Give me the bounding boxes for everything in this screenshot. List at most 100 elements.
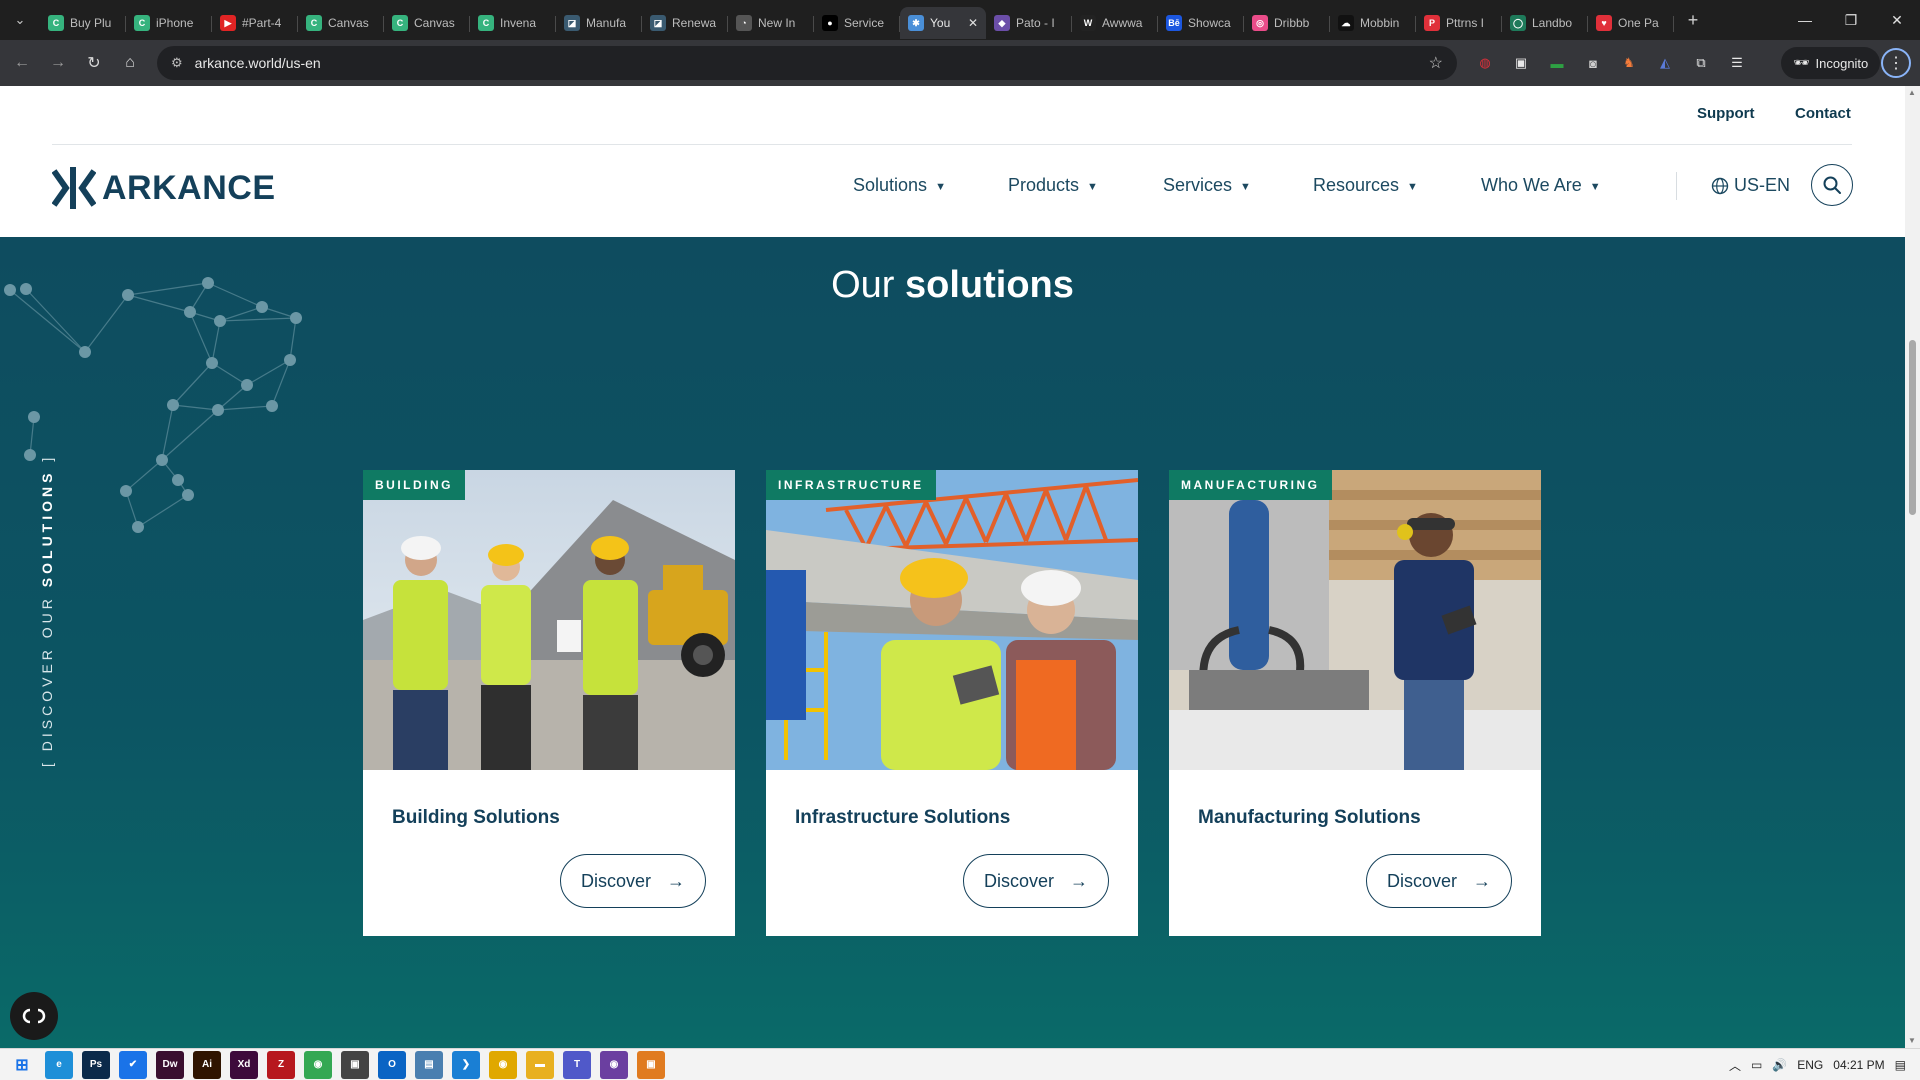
browser-tab[interactable]: P Pttrns I [1416, 7, 1502, 39]
window-controls: — ❐ ✕ [1782, 0, 1920, 40]
solutions-section: Our solutions [ DISCOVER OUR SOLUTIONS ] [0, 237, 1905, 1048]
forward-button[interactable]: → [40, 45, 76, 81]
tab-title: Renewa [672, 16, 717, 30]
browser-tab[interactable]: ♥ One Pa [1588, 7, 1674, 39]
new-tab-button[interactable]: + [1678, 10, 1708, 31]
nav-label: Products [1008, 175, 1080, 195]
nav-services[interactable]: Services ▼ [1163, 175, 1251, 196]
extension-icon[interactable]: ♞ [1616, 50, 1642, 76]
taskbar-teams-icon[interactable]: T [563, 1050, 591, 1079]
extension-icon[interactable]: ◭ [1652, 50, 1678, 76]
solution-card-infrastructure[interactable]: INFRASTRUCTURE Infrastructure Solutions … [766, 470, 1138, 936]
taskbar-filezilla-icon[interactable]: Z [267, 1050, 295, 1079]
language-selector[interactable]: US-EN [1711, 175, 1790, 196]
close-window-button[interactable]: ✕ [1874, 0, 1920, 40]
search-button[interactable] [1811, 164, 1853, 206]
notifications-icon[interactable]: ▤ [1895, 1058, 1906, 1072]
browser-tab[interactable]: ◪ Manufa [556, 7, 642, 39]
taskbar-chrome-icon[interactable]: ◉ [304, 1050, 332, 1079]
tab-title: Pato - I [1016, 16, 1055, 30]
browser-tab[interactable]: ☁ Mobbin [1330, 7, 1416, 39]
globe-icon [1711, 177, 1729, 194]
solution-card-manufacturing[interactable]: MANUFACTURING Manufacturing Solutions Di… [1169, 470, 1541, 936]
address-bar[interactable]: ⚙ arkance.world/us-en ☆ [157, 46, 1457, 80]
windows-start-icon[interactable]: ⊞ [8, 1051, 36, 1079]
incognito-indicator[interactable]: 🕶 Incognito [1781, 47, 1881, 79]
browser-tab[interactable]: C Canvas [298, 7, 384, 39]
card-title: Building Solutions [392, 807, 560, 828]
scroll-thumb[interactable] [1909, 340, 1916, 515]
taskbar-outlook-icon[interactable]: O [378, 1050, 406, 1079]
volume-icon[interactable]: 🔊 [1772, 1058, 1787, 1072]
nav-solutions[interactable]: Solutions ▼ [853, 175, 946, 196]
nav-who-we-are[interactable]: Who We Are ▼ [1481, 175, 1601, 196]
taskbar-notepad-icon[interactable]: ▤ [415, 1050, 443, 1079]
browser-tab[interactable]: C Invena [470, 7, 556, 39]
taskbar-app-3-icon[interactable]: ▣ [637, 1050, 665, 1079]
browser-tab[interactable]: Bē Showca [1158, 7, 1244, 39]
tray-overflow-icon[interactable]: ︿ [1729, 1057, 1741, 1074]
home-button[interactable]: ⌂ [112, 45, 148, 81]
browser-menu-button[interactable]: ⋮ [1881, 48, 1911, 78]
browser-tab[interactable]: ◔ New In [728, 7, 814, 39]
scroll-up-arrow-icon[interactable]: ▲ [1908, 88, 1916, 97]
reload-button[interactable]: ↻ [76, 45, 112, 81]
taskbar-app-2-icon[interactable]: ◉ [600, 1050, 628, 1079]
taskbar-vscode-icon[interactable]: ❯ [452, 1050, 480, 1079]
network-icon[interactable]: ▭ [1751, 1058, 1762, 1072]
extension-icon[interactable]: ◍ [1472, 50, 1498, 76]
reading-list-icon[interactable]: ☰ [1724, 50, 1750, 76]
taskbar-dreamweaver-icon[interactable]: Dw [156, 1050, 184, 1079]
browser-tab[interactable]: ◪ Renewa [642, 7, 728, 39]
taskbar-illustrator-icon[interactable]: Ai [193, 1050, 221, 1079]
taskbar-chrome-2-icon[interactable]: ◉ [489, 1050, 517, 1079]
discover-button[interactable]: Discover → [1366, 854, 1512, 908]
support-link[interactable]: Support [1697, 105, 1755, 122]
browser-tab[interactable]: ● Service [814, 7, 900, 39]
extension-icon[interactable]: ▬ [1544, 50, 1570, 76]
site-info-icon[interactable]: ⚙ [171, 55, 183, 71]
browser-tab[interactable]: C Canvas [384, 7, 470, 39]
restore-button[interactable]: ❐ [1828, 0, 1874, 40]
extension-icon[interactable]: ▣ [1508, 50, 1534, 76]
puzzle-icon[interactable]: ⧉ [1688, 50, 1714, 76]
discover-button[interactable]: Discover → [560, 854, 706, 908]
contact-link[interactable]: Contact [1795, 105, 1851, 122]
nav-products[interactable]: Products ▼ [1008, 175, 1098, 196]
discover-button[interactable]: Discover → [963, 854, 1109, 908]
close-tab-icon[interactable]: ✕ [968, 16, 978, 30]
camera-icon[interactable]: ◙ [1580, 50, 1606, 76]
browser-tab[interactable]: ▶ #Part-4 [212, 7, 298, 39]
tab-favicon-icon: ◪ [650, 15, 666, 31]
section-title: Our solutions [0, 264, 1905, 307]
tab-search-button[interactable]: ⌄ [0, 0, 40, 40]
solution-card-building[interactable]: BUILDING Building Solutions Discover → [363, 470, 735, 936]
page-scrollbar[interactable]: ▲ ▼ [1905, 86, 1920, 1048]
taskbar-xd-icon[interactable]: Xd [230, 1050, 258, 1079]
taskbar-files-icon[interactable]: ▬ [526, 1050, 554, 1079]
scroll-down-arrow-icon[interactable]: ▼ [1908, 1036, 1916, 1045]
tab-title: Buy Plu [70, 16, 112, 30]
side-label: [ DISCOVER OUR SOLUTIONS ] [39, 454, 55, 767]
taskbar-check-icon[interactable]: ✔ [119, 1050, 147, 1079]
back-button[interactable]: ← [4, 45, 40, 81]
taskbar-photoshop-icon[interactable]: Ps [82, 1050, 110, 1079]
minimize-button[interactable]: — [1782, 0, 1828, 40]
taskbar-app-icon[interactable]: ▣ [341, 1050, 369, 1079]
browser-tab[interactable]: W Awwwa [1072, 7, 1158, 39]
browser-tab[interactable]: CiPhone [126, 7, 212, 39]
cookie-settings-button[interactable] [10, 992, 58, 1040]
clock[interactable]: 04:21 PM [1833, 1058, 1884, 1072]
browser-tab[interactable]: C Buy Plu [40, 7, 126, 39]
browser-tab[interactable]: ◆ Pato - I [986, 7, 1072, 39]
nav-resources[interactable]: Resources ▼ [1313, 175, 1418, 196]
utility-bar: Support Contact [0, 86, 1905, 144]
browser-tab[interactable]: ✱ You ✕ [900, 7, 986, 39]
taskbar-edge-icon[interactable]: e [45, 1050, 73, 1079]
input-language[interactable]: ENG [1797, 1058, 1823, 1072]
browser-tab[interactable]: ◎ Dribbb [1244, 7, 1330, 39]
bookmark-star-icon[interactable]: ☆ [1429, 53, 1443, 73]
arkance-logo[interactable]: ARKANCE [52, 167, 276, 209]
browser-tab[interactable]: ◯ Landbo [1502, 7, 1588, 39]
tab-favicon-icon: C [478, 15, 494, 31]
